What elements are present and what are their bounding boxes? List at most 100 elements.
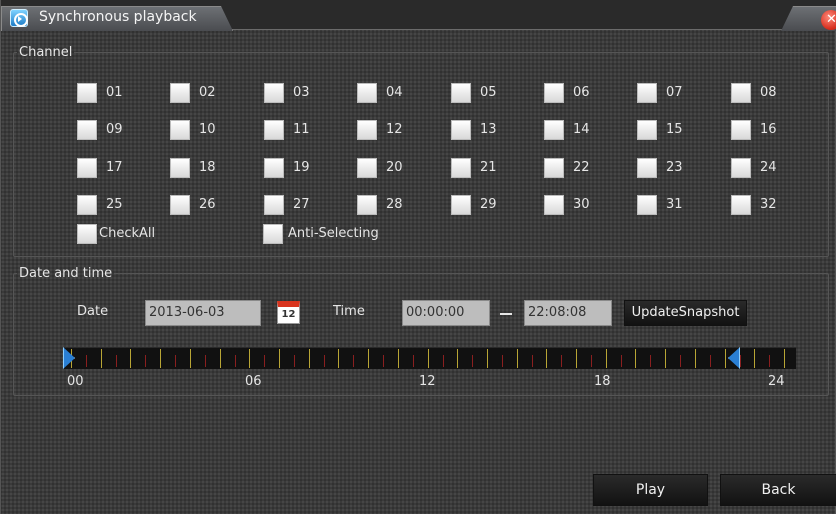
channel-label: 19 [293,160,310,175]
channel-checkbox[interactable]: 25 [77,195,137,215]
channel-checkbox-box[interactable] [637,158,657,178]
channel-checkbox-box[interactable] [544,83,564,103]
channel-checkbox[interactable]: 27 [264,195,324,215]
channel-checkbox[interactable]: 02 [170,83,230,103]
channel-checkbox[interactable]: 12 [357,120,417,140]
end-time-field[interactable]: 22:08:08 [524,300,612,326]
channel-checkbox-box[interactable] [451,195,471,215]
date-field[interactable]: 2013-06-03 [145,300,261,326]
close-icon[interactable]: ✕ [821,10,836,30]
channel-checkbox-box[interactable] [77,120,97,140]
channel-checkbox-box[interactable] [170,158,190,178]
back-button[interactable]: Back [720,474,836,506]
channel-checkbox[interactable]: 14 [544,120,604,140]
channel-checkbox[interactable]: 22 [544,158,604,178]
channel-label: 14 [573,122,590,137]
channel-label: 11 [293,122,310,137]
channel-checkbox-box[interactable] [357,120,377,140]
channel-checkbox-box[interactable] [77,158,97,178]
channel-checkbox[interactable]: 07 [637,83,697,103]
channel-checkbox[interactable]: 13 [451,120,511,140]
start-time-field[interactable]: 00:00:00 [402,300,490,326]
channel-checkbox[interactable]: 10 [170,120,230,140]
playback-app-icon [10,9,28,27]
channel-checkbox[interactable]: 20 [357,158,417,178]
channel-checkbox[interactable]: 29 [451,195,511,215]
channel-checkbox-box[interactable] [451,83,471,103]
calendar-icon[interactable]: 12 [277,301,300,324]
channel-checkbox[interactable]: 03 [264,83,324,103]
channel-checkbox-box[interactable] [544,195,564,215]
update-snapshot-button[interactable]: UpdateSnapshot [624,300,747,326]
channel-checkbox[interactable]: 32 [731,195,791,215]
channel-checkbox-box[interactable] [77,195,97,215]
check-all-box[interactable] [77,224,97,244]
channel-checkbox[interactable]: 01 [77,83,137,103]
channel-checkbox-box[interactable] [170,83,190,103]
channel-checkbox[interactable]: 17 [77,158,137,178]
channel-checkbox-box[interactable] [731,83,751,103]
timeline-half-hour-tick [502,355,503,367]
channel-checkbox[interactable]: 15 [637,120,697,140]
channel-checkbox-box[interactable] [637,120,657,140]
channel-label: 06 [573,85,590,100]
channel-checkbox[interactable]: 24 [731,158,791,178]
timeline-half-hour-tick [264,355,265,367]
timeline-hour-tick [338,349,339,368]
channel-checkbox-box[interactable] [264,158,284,178]
timeline-hour-tick [784,349,785,368]
channel-label: 10 [199,122,216,137]
channel-checkbox[interactable]: 30 [544,195,604,215]
channel-checkbox-box[interactable] [731,195,751,215]
timeline-hour-tick [754,349,755,368]
channel-checkbox[interactable]: 05 [451,83,511,103]
channel-checkbox-box[interactable] [264,83,284,103]
channel-checkbox-box[interactable] [451,120,471,140]
timeline-half-hour-tick [680,355,681,367]
timeline-half-hour-tick [740,355,741,367]
channel-checkbox[interactable]: 21 [451,158,511,178]
channel-checkbox[interactable]: 28 [357,195,417,215]
channel-checkbox[interactable]: 18 [170,158,230,178]
channel-checkbox-box[interactable] [77,83,97,103]
channel-checkbox-box[interactable] [451,158,471,178]
timeline-bar[interactable] [63,347,796,369]
check-all-checkbox[interactable]: CheckAll [77,224,167,244]
channel-label: 07 [666,85,683,100]
timeline-half-hour-tick [532,355,533,367]
channel-checkbox-box[interactable] [170,195,190,215]
channel-checkbox[interactable]: 04 [357,83,417,103]
timeline-hour-tick [130,349,131,368]
channel-checkbox-box[interactable] [357,83,377,103]
play-button[interactable]: Play [593,474,708,506]
channel-checkbox[interactable]: 16 [731,120,791,140]
channel-checkbox-box[interactable] [357,158,377,178]
channel-checkbox-box[interactable] [731,120,751,140]
channel-checkbox-box[interactable] [264,195,284,215]
channel-checkbox-box[interactable] [544,158,564,178]
channel-checkbox-box[interactable] [357,195,377,215]
timeline-half-hour-tick [650,355,651,367]
timeline-half-hour-tick [443,355,444,367]
channel-checkbox-box[interactable] [264,120,284,140]
channel-checkbox-box[interactable] [544,120,564,140]
timeline-hour-tick [101,349,102,368]
channel-checkbox[interactable]: 09 [77,120,137,140]
channel-checkbox[interactable]: 11 [264,120,324,140]
channel-checkbox-box[interactable] [637,83,657,103]
channel-label: 27 [293,197,310,212]
channel-checkbox[interactable]: 23 [637,158,697,178]
channel-checkbox[interactable]: 19 [264,158,324,178]
timeline-hour-tick [160,349,161,368]
channel-checkbox[interactable]: 06 [544,83,604,103]
channel-checkbox[interactable]: 26 [170,195,230,215]
timeline-half-hour-tick [353,355,354,367]
anti-selecting-checkbox[interactable]: Anti-Selecting [263,224,393,244]
anti-selecting-box[interactable] [263,224,283,244]
channel-label: 24 [760,160,777,175]
channel-checkbox[interactable]: 31 [637,195,697,215]
channel-checkbox[interactable]: 08 [731,83,791,103]
channel-checkbox-box[interactable] [637,195,657,215]
channel-checkbox-box[interactable] [731,158,751,178]
channel-checkbox-box[interactable] [170,120,190,140]
